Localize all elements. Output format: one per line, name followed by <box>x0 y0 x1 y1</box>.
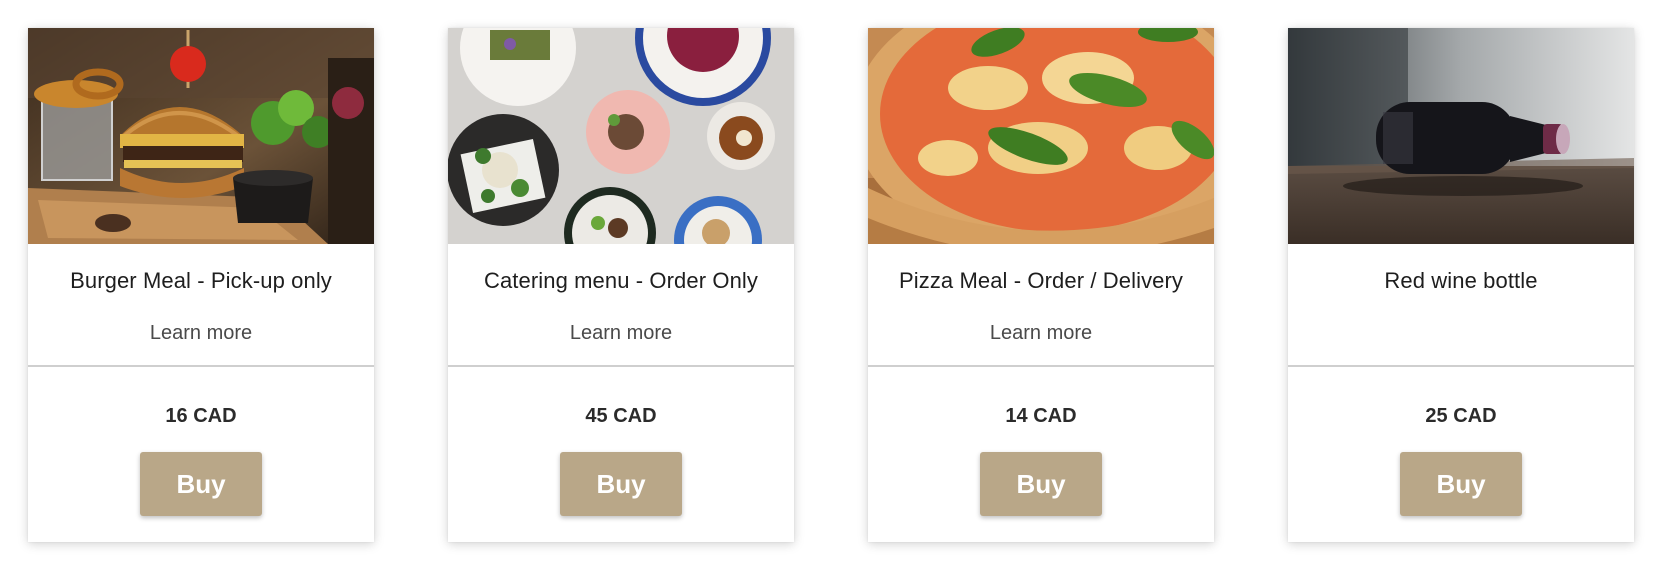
product-card-wine: Red wine bottle 25 CAD Buy <box>1288 28 1634 542</box>
product-title: Red wine bottle <box>1384 268 1538 293</box>
product-grid: Burger Meal - Pick-up only Learn more 16… <box>0 0 1660 575</box>
product-image-pizza[interactable] <box>868 28 1214 244</box>
learn-more-link[interactable]: Learn more <box>990 322 1092 345</box>
product-image-catering[interactable] <box>448 28 794 244</box>
buy-button[interactable]: Buy <box>980 452 1102 516</box>
product-price: 16 CAD <box>165 405 237 427</box>
product-price: 45 CAD <box>585 405 657 427</box>
buy-button[interactable]: Buy <box>140 452 262 516</box>
product-title: Burger Meal - Pick-up only <box>70 268 332 293</box>
product-purchase: 14 CAD Buy <box>868 367 1214 542</box>
product-info: Burger Meal - Pick-up only Learn more <box>28 244 374 367</box>
product-card-pizza: Pizza Meal - Order / Delivery Learn more… <box>868 28 1214 542</box>
product-info: Red wine bottle <box>1288 244 1634 367</box>
buy-button[interactable]: Buy <box>560 452 682 516</box>
product-card-burger: Burger Meal - Pick-up only Learn more 16… <box>28 28 374 542</box>
product-price: 14 CAD <box>1005 405 1077 427</box>
product-purchase: 45 CAD Buy <box>448 367 794 542</box>
learn-more-link[interactable]: Learn more <box>570 322 672 345</box>
product-purchase: 25 CAD Buy <box>1288 367 1634 542</box>
product-image-wine[interactable] <box>1288 28 1634 244</box>
product-title: Catering menu - Order Only <box>483 268 759 293</box>
product-purchase: 16 CAD Buy <box>28 367 374 542</box>
product-image-burger[interactable] <box>28 28 374 244</box>
product-card-catering: Catering menu - Order Only Learn more 45… <box>448 28 794 542</box>
product-info: Catering menu - Order Only Learn more <box>448 244 794 367</box>
learn-more-link[interactable]: Learn more <box>150 322 252 345</box>
product-title: Pizza Meal - Order / Delivery <box>898 268 1184 293</box>
buy-button[interactable]: Buy <box>1400 452 1522 516</box>
product-price: 25 CAD <box>1425 405 1497 427</box>
product-info: Pizza Meal - Order / Delivery Learn more <box>868 244 1214 367</box>
